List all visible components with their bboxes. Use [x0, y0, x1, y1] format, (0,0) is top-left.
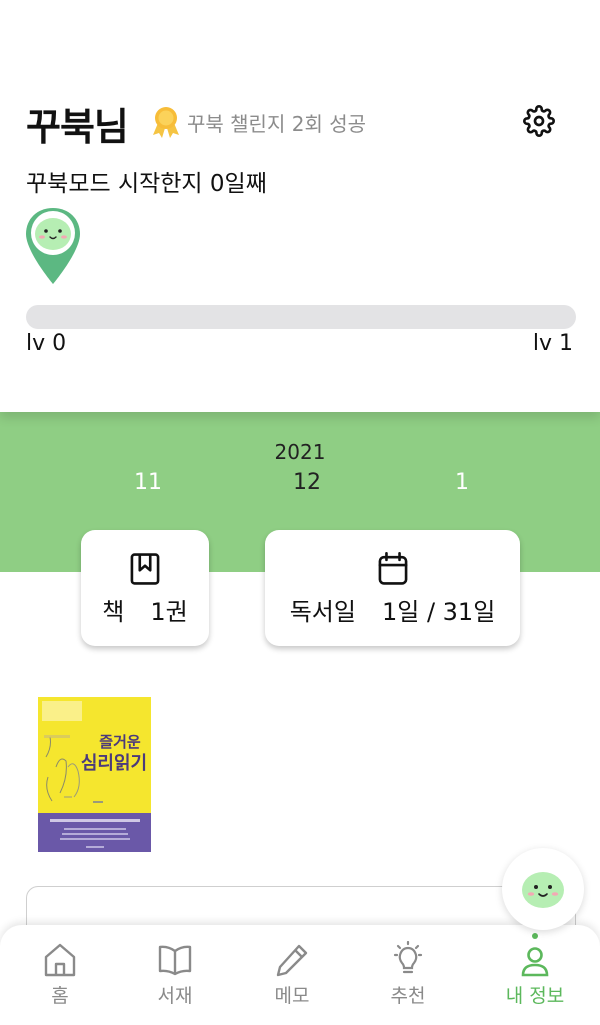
book-title-line2: 심리읽기 [81, 753, 147, 774]
nav-home[interactable]: 홈 [0, 925, 120, 1025]
challenge-badge-text: 꾸북 챌린지 2회 성공 [187, 112, 366, 136]
calendar-icon [378, 552, 407, 585]
book-title-line1: 즐거운 [99, 733, 141, 751]
nav-my-info[interactable]: 내 정보 [475, 925, 595, 1025]
year-label: 2021 [274, 440, 326, 464]
level-start-label: lv 0 [26, 331, 67, 356]
user-icon [521, 947, 549, 977]
profile-card: 꾸북님 꾸북 챌린지 2회 성공 꾸북모드 시작한지 0일째 lv 0 lv 1 [0, 0, 600, 412]
turtle-mascot-button[interactable] [502, 848, 584, 930]
turtle-location-pin-icon [26, 208, 80, 284]
books-label: 책 [102, 598, 125, 626]
level-end-label: lv 1 [532, 331, 573, 356]
lightbulb-icon [393, 941, 423, 974]
book-cover-image: 즐거운 심리읽기 [38, 697, 151, 852]
mode-duration-text: 꾸북모드 시작한지 0일째 [26, 171, 267, 197]
settings-button[interactable] [520, 102, 558, 140]
user-name: 꾸북님 [26, 105, 129, 149]
nav-memo[interactable]: 메모 [232, 925, 352, 1025]
nav-recommend-label: 추천 [390, 985, 426, 1007]
pencil-icon [276, 944, 308, 977]
nav-my-info-label: 내 정보 [505, 985, 565, 1007]
reading-days-stat-card: 독서일 1일 / 31일 [265, 530, 520, 646]
book-cover[interactable]: 즐거운 심리읽기 [38, 697, 151, 852]
reading-days-label: 독서일 [289, 598, 356, 626]
month-current[interactable]: 12 [293, 470, 321, 495]
bottom-navigation: 홈 서재 메모 추천 내 정보 [0, 925, 600, 1025]
active-indicator-dot [532, 933, 538, 939]
books-stat-card: 책 1권 [81, 530, 209, 646]
level-progress-bar [26, 305, 576, 329]
book-open-icon [158, 945, 192, 976]
turtle-face-icon [522, 872, 564, 908]
month-next[interactable]: 1 [455, 470, 469, 495]
bookmark-book-icon [130, 553, 160, 585]
nav-home-label: 홈 [51, 985, 69, 1007]
nav-library[interactable]: 서재 [115, 925, 235, 1025]
nav-memo-label: 메모 [274, 985, 310, 1007]
nav-recommend[interactable]: 추천 [348, 925, 468, 1025]
reading-days-value: 1일 / 31일 [381, 598, 496, 626]
month-prev[interactable]: 11 [134, 470, 162, 495]
home-icon [44, 943, 76, 977]
books-value: 1권 [150, 598, 188, 626]
award-icon [153, 107, 179, 138]
gear-icon [523, 105, 555, 137]
nav-library-label: 서재 [157, 985, 193, 1007]
